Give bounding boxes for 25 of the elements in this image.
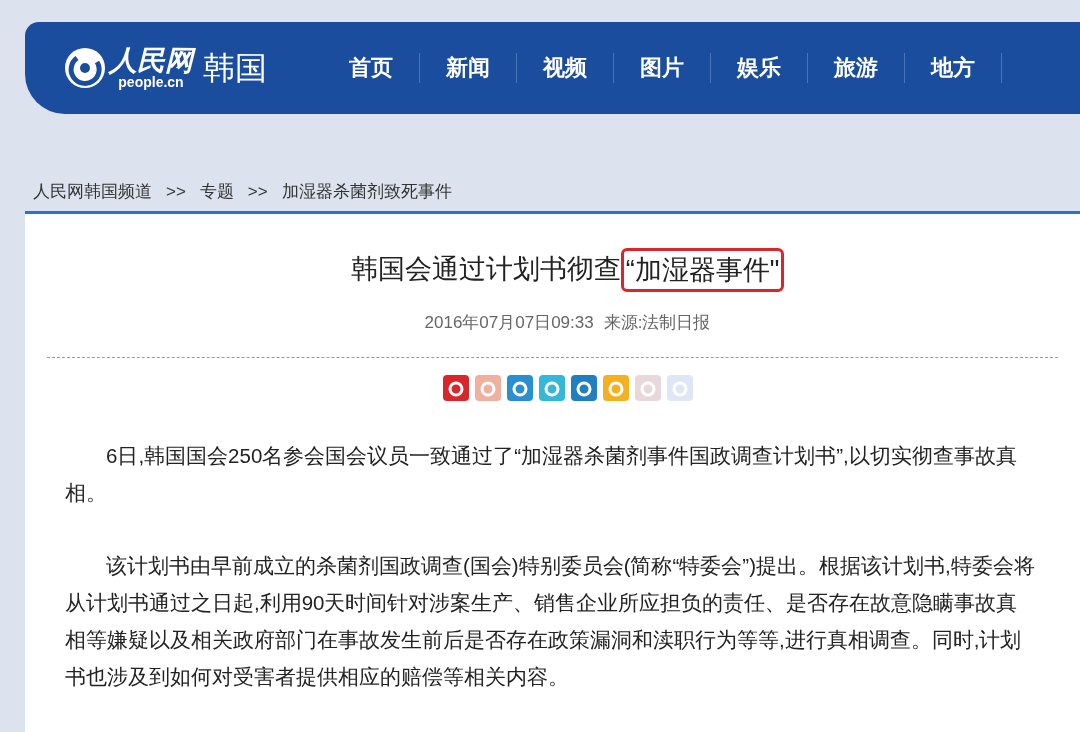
- share-icon[interactable]: [538, 375, 565, 401]
- nav-link[interactable]: 图片: [614, 53, 711, 83]
- nav-link[interactable]: 娱乐: [711, 53, 808, 83]
- breadcrumb-link[interactable]: 加湿器杀菌剂致死事件: [281, 179, 452, 205]
- article-source: 来源:法制日报: [603, 311, 711, 334]
- share-icon[interactable]: [442, 375, 469, 401]
- nav-link[interactable]: 首页: [323, 53, 420, 83]
- breadcrumb-separator: >>: [166, 181, 186, 203]
- logo-icon: [63, 46, 107, 90]
- nav-link[interactable]: 旅游: [808, 53, 905, 83]
- article-title: 韩国会通过计划书彻查: [350, 253, 621, 287]
- nav-link[interactable]: 地方: [905, 53, 1002, 83]
- article-paragraph: 该计划书由早前成立的杀菌剂国政调查(国会)特别委员会(简称“特委会”)提出。根据该计划书,特委会将从计划书通过之日起,利用90天时间针对涉案生产、销售企业所应担负的责任、是否存在故意隐瞒事故真相等嫌疑以及相关政府部门在事故发生前后是否存在政策漏洞和渎职行为等等,进行真相调查。同时,计划书也涉及到如何对受害者提供相应的赔偿等相关内容。: [65, 553, 1035, 690]
- channel-name: 韩国: [203, 49, 267, 88]
- share-icon[interactable]: [506, 375, 533, 401]
- nav-link[interactable]: 新闻: [420, 53, 517, 83]
- article-paragraph: 6日,韩国国会250名参会国会议员一致通过了“加湿器杀菌剂事件国政调查计划书”,以切实彻查事故真相。: [65, 443, 1018, 506]
- breadcrumb-separator: >>: [247, 181, 268, 203]
- publish-date: 2016年07月07日09:33: [424, 311, 594, 334]
- breadcrumb-link[interactable]: 专题: [199, 179, 234, 205]
- logo-domain: people.cn: [118, 75, 184, 89]
- nav-link[interactable]: 视频: [517, 53, 614, 83]
- share-icon[interactable]: [570, 375, 597, 401]
- highlighted-title: “加湿器事件": [620, 247, 785, 292]
- breadcrumb-link[interactable]: 人民网韩国频道: [33, 179, 152, 205]
